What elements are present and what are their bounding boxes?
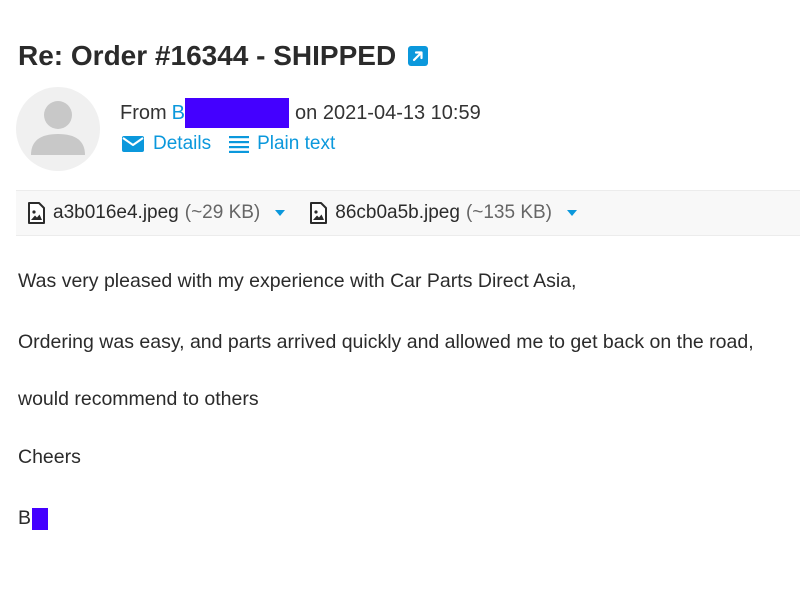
plain-text-link[interactable]: Plain text [229, 133, 335, 155]
body-line: would recommend to others [18, 388, 259, 410]
avatar-placeholder-icon [31, 101, 85, 155]
sender-avatar [16, 87, 100, 171]
signature: B [18, 507, 49, 530]
details-link[interactable]: Details [121, 133, 211, 155]
body-line: Cheers [18, 446, 81, 468]
sender-link[interactable]: B [172, 102, 185, 125]
caret-down-icon[interactable] [566, 209, 578, 217]
message-subject: Re: Order #16344 - SHIPPED [18, 40, 429, 72]
menu-lines-icon [229, 136, 250, 153]
from-label: From [120, 101, 167, 124]
attachment-item[interactable]: a3b016e4.jpeg (~29 KB) [16, 202, 286, 224]
caret-down-icon[interactable] [274, 209, 286, 217]
plain-text-label: Plain text [257, 133, 336, 154]
details-label: Details [153, 133, 212, 154]
attachment-name: a3b016e4.jpeg [53, 202, 179, 223]
sent-date: on 2021-04-13 10:59 [295, 101, 481, 124]
body-line: Ordering was easy, and parts arrived qui… [18, 331, 754, 353]
signature-initial: B [18, 507, 32, 529]
attachments-bar: a3b016e4.jpeg (~29 KB) 86cb0a5b.jpeg (~1… [16, 190, 800, 236]
external-link-icon[interactable] [408, 46, 429, 66]
body-line: Was very pleased with my experience with… [18, 270, 577, 292]
attachment-name: 86cb0a5b.jpeg [335, 202, 460, 223]
image-file-icon [310, 202, 328, 224]
sender-redaction [185, 98, 290, 128]
signature-redaction [32, 507, 49, 530]
attachment-size: (~135 KB) [465, 202, 553, 223]
subject-text: Re: Order #16344 - SHIPPED [18, 40, 397, 71]
image-file-icon [28, 202, 45, 224]
attachment-size: (~29 KB) [184, 202, 261, 223]
attachment-item[interactable]: 86cb0a5b.jpeg (~135 KB) [298, 202, 578, 224]
envelope-icon [122, 136, 144, 152]
message-meta-links: Details Plain text [121, 133, 335, 155]
from-line: From B on 2021-04-13 10:59 [120, 98, 481, 128]
